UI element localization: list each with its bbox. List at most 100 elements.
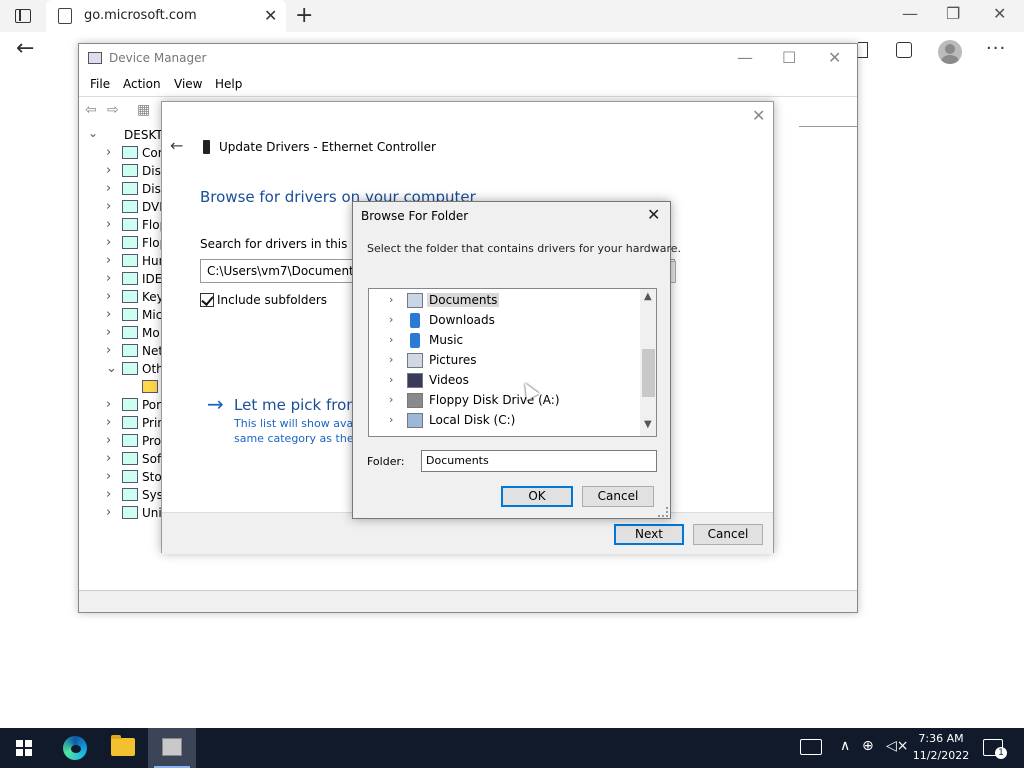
- chevron-right-icon[interactable]: ›: [106, 181, 111, 196]
- wizard-close-icon[interactable]: ✕: [752, 106, 765, 125]
- chevron-right-icon[interactable]: ›: [106, 307, 111, 322]
- device-tree-item[interactable]: › Mo: [80, 324, 160, 342]
- folder-tree-item[interactable]: › Floppy Disk Drive (A:): [369, 390, 639, 410]
- chevron-right-icon[interactable]: ›: [106, 469, 111, 484]
- chevron-right-icon[interactable]: ›: [106, 271, 111, 286]
- menu-help[interactable]: Help: [215, 77, 242, 91]
- chevron-right-icon[interactable]: ›: [106, 433, 111, 448]
- toolbar-properties-icon[interactable]: ▦: [137, 102, 150, 118]
- chevron-right-icon[interactable]: ›: [389, 293, 393, 306]
- tree-root-chevron[interactable]: ⌄: [88, 126, 98, 140]
- new-tab-button[interactable]: +: [295, 3, 313, 28]
- chevron-right-icon[interactable]: ›: [106, 253, 111, 268]
- favorites-icon[interactable]: [858, 42, 868, 58]
- wizard-back-icon[interactable]: ←: [170, 136, 183, 155]
- device-tree-item[interactable]: › Disk: [80, 162, 162, 180]
- menu-action[interactable]: Action: [123, 77, 161, 91]
- pick-from-list-link[interactable]: Let me pick from: [234, 396, 361, 414]
- folder-tree-item[interactable]: › Documents: [369, 290, 639, 310]
- scroll-down-icon[interactable]: ▼: [644, 419, 652, 430]
- chevron-right-icon[interactable]: ›: [106, 451, 111, 466]
- folder-tree-item[interactable]: › Pictures: [369, 350, 639, 370]
- chevron-right-icon[interactable]: ›: [106, 235, 111, 250]
- dm-minimize-icon[interactable]: —: [737, 48, 753, 67]
- volume-icon[interactable]: ◁×: [886, 738, 909, 754]
- more-options-icon[interactable]: ···: [986, 38, 1006, 59]
- dialog-close-icon[interactable]: ✕: [647, 205, 660, 224]
- minimize-icon[interactable]: —: [902, 4, 918, 23]
- back-button[interactable]: ←: [16, 36, 34, 61]
- device-tree-item[interactable]: › Prin: [80, 414, 162, 432]
- device-tree-item[interactable]: › Mic: [80, 306, 162, 324]
- chevron-right-icon[interactable]: ›: [106, 199, 111, 214]
- tab-actions-icon[interactable]: [14, 7, 32, 25]
- device-tree-item[interactable]: › IDE: [80, 270, 162, 288]
- chevron-right-icon[interactable]: ›: [106, 325, 111, 340]
- chevron-right-icon[interactable]: ›: [106, 487, 111, 502]
- device-tree-item[interactable]: › Key: [80, 288, 162, 306]
- network-icon[interactable]: ⊕: [862, 738, 874, 754]
- folder-tree-item[interactable]: › Videos: [369, 370, 639, 390]
- collections-icon[interactable]: [896, 42, 912, 58]
- chevron-right-icon[interactable]: ›: [389, 313, 393, 326]
- toolbar-forward-icon[interactable]: ⇨: [107, 102, 119, 118]
- chevron-right-icon[interactable]: ›: [389, 413, 393, 426]
- chevron-right-icon[interactable]: ›: [106, 415, 111, 430]
- restore-icon[interactable]: ❐: [946, 4, 960, 23]
- chevron-down-icon[interactable]: ⌄: [106, 361, 117, 376]
- device-tree-item[interactable]: › Cor: [80, 144, 162, 162]
- device-tree-item[interactable]: › DVD: [80, 198, 162, 216]
- device-tree-item[interactable]: › Flop: [80, 216, 162, 234]
- tray-chevron-icon[interactable]: ∧: [840, 738, 850, 754]
- chevron-right-icon[interactable]: ›: [389, 393, 393, 406]
- ok-button[interactable]: OK: [501, 486, 573, 507]
- chevron-right-icon[interactable]: ›: [389, 333, 393, 346]
- tab-close-icon[interactable]: ✕: [264, 6, 277, 25]
- folder-tree-item[interactable]: › Music: [369, 330, 639, 350]
- chevron-right-icon[interactable]: ›: [106, 397, 111, 412]
- resize-grip[interactable]: [658, 507, 668, 517]
- device-tree-item[interactable]: › Por: [80, 396, 161, 414]
- toolbar-back-icon[interactable]: ⇦: [85, 102, 97, 118]
- scroll-thumb[interactable]: [642, 349, 655, 397]
- input-indicator-icon[interactable]: [800, 739, 822, 755]
- device-tree-item[interactable]: › Pro: [80, 432, 161, 450]
- windows-start-icon[interactable]: [16, 740, 32, 756]
- device-tree-item[interactable]: ⌄ Oth: [80, 360, 162, 378]
- device-tree-item[interactable]: › Syst: [80, 486, 162, 504]
- device-tree-item[interactable]: › Disp: [80, 180, 162, 198]
- device-tree-item[interactable]: [80, 378, 160, 396]
- chevron-right-icon[interactable]: ›: [106, 343, 111, 358]
- chevron-right-icon[interactable]: ›: [106, 217, 111, 232]
- clock-date[interactable]: 11/2/2022: [912, 749, 970, 762]
- browser-tab[interactable]: go.microsoft.com ✕: [46, 0, 286, 32]
- folder-tree-item[interactable]: › Downloads: [369, 310, 639, 330]
- device-tree-item[interactable]: › Stor: [80, 468, 162, 486]
- chevron-right-icon[interactable]: ›: [106, 145, 111, 160]
- clock-time[interactable]: 7:36 AM: [912, 732, 970, 745]
- dm-close-icon[interactable]: ✕: [828, 48, 841, 67]
- taskbar-device-manager[interactable]: [148, 728, 196, 768]
- chevron-right-icon[interactable]: ›: [389, 373, 393, 386]
- menu-file[interactable]: File: [90, 77, 110, 91]
- device-tree-item[interactable]: › Soft: [80, 450, 162, 468]
- taskbar-file-explorer[interactable]: [99, 728, 147, 768]
- taskbar-edge[interactable]: [51, 728, 99, 768]
- menu-view[interactable]: View: [174, 77, 202, 91]
- device-tree-item[interactable]: › Hun: [80, 252, 162, 270]
- chevron-right-icon[interactable]: ›: [106, 505, 111, 520]
- wizard-cancel-button[interactable]: Cancel: [693, 524, 763, 545]
- cancel-button[interactable]: Cancel: [582, 486, 654, 507]
- close-window-icon[interactable]: ✕: [993, 4, 1006, 23]
- chevron-right-icon[interactable]: ›: [106, 163, 111, 178]
- device-tree-item[interactable]: › Uni: [80, 504, 162, 522]
- folder-tree-item[interactable]: › Local Disk (C:): [369, 410, 639, 430]
- folder-input[interactable]: Documents: [421, 450, 657, 472]
- device-tree-item[interactable]: › Net: [80, 342, 162, 360]
- scroll-up-icon[interactable]: ▲: [644, 291, 652, 302]
- include-subfolders-checkbox[interactable]: [200, 293, 214, 307]
- chevron-right-icon[interactable]: ›: [389, 353, 393, 366]
- profile-avatar[interactable]: [938, 40, 962, 64]
- chevron-right-icon[interactable]: ›: [106, 289, 111, 304]
- next-button[interactable]: Next: [614, 524, 684, 545]
